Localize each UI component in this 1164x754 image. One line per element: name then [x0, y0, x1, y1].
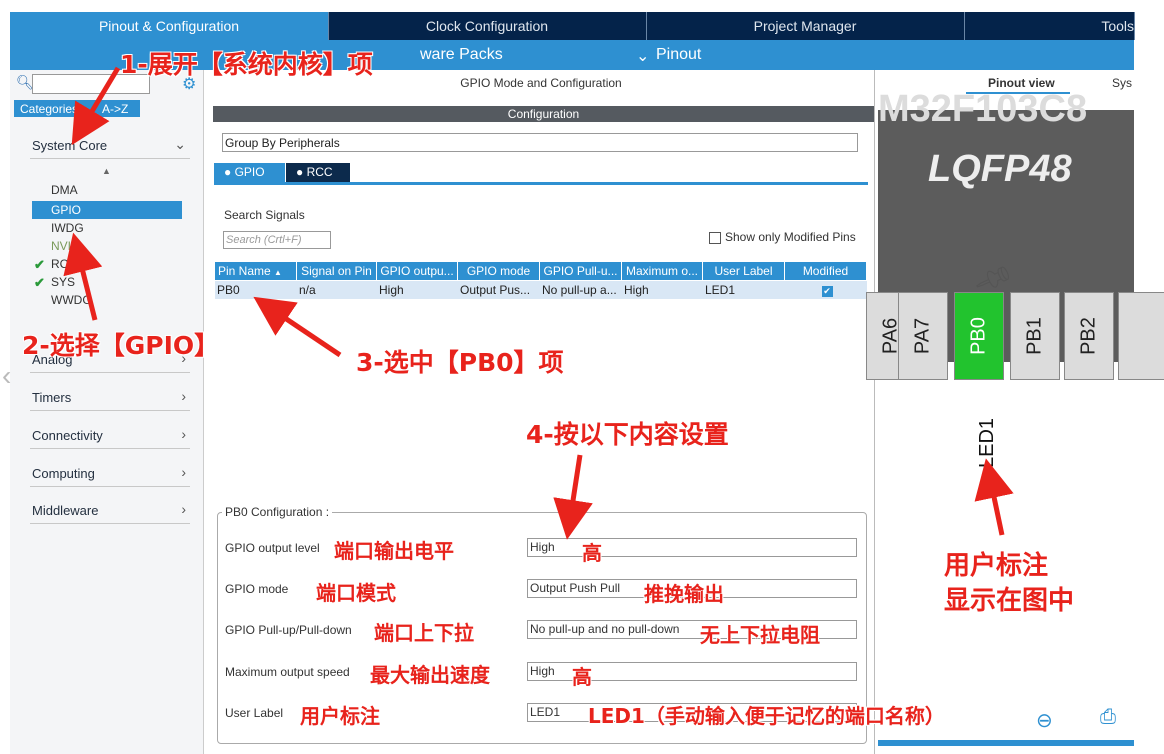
annotation-max-speed: 最大输出速度: [370, 663, 490, 687]
annotation-output-level-value: 高: [582, 541, 602, 565]
annotation-gpio-mode-value: 推挽输出: [644, 582, 724, 606]
annotation-user-label: 用户标注: [300, 704, 380, 728]
annotation-right-note-line2: 显示在图中: [944, 586, 1075, 616]
annotation-arrows: [63, 66, 1014, 540]
annotation-step-1: 1-展开【系统内核】项: [120, 50, 373, 79]
annotation-gpio-mode: 端口模式: [316, 581, 396, 605]
arrow-to-system-core: [71, 66, 121, 146]
annotation-output-level: 端口输出电平: [334, 539, 454, 563]
arrow-to-gpio: [63, 232, 103, 321]
annotation-step-3: 3-选中【PB0】项: [356, 348, 564, 377]
annotation-pull-value: 无上下拉电阻: [700, 623, 820, 647]
annotation-max-speed-value: 高: [572, 665, 592, 689]
annotation-pull: 端口上下拉: [374, 621, 474, 645]
arrow-to-settings: [553, 454, 593, 540]
annotation-user-label-value: LED1（手动输入便于记忆的端口名称）: [588, 704, 945, 728]
annotation-step-2: 2-选择【GPIO】: [22, 331, 220, 360]
annotation-step-4: 4-按以下内容设置: [526, 420, 729, 449]
arrow-to-pb0: [253, 296, 342, 358]
annotation-right-note-line1: 用户标注: [944, 551, 1049, 581]
arrow-to-led1: [974, 458, 1014, 536]
